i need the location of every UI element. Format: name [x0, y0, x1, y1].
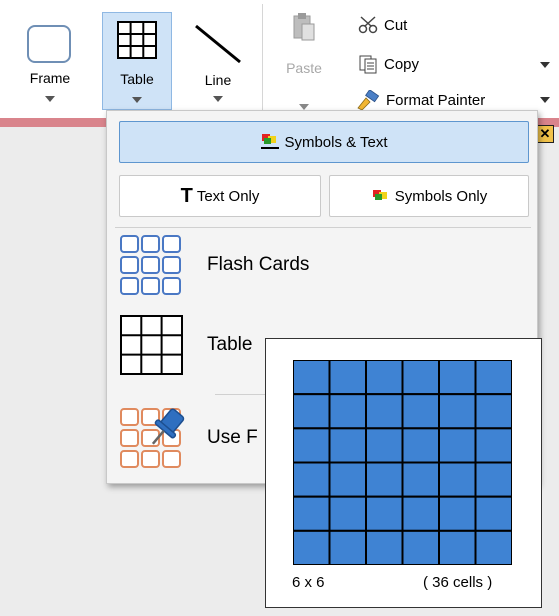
grid-cell[interactable] — [365, 529, 404, 565]
flash-cards-label: Flash Cards — [207, 254, 310, 275]
grid-cell[interactable] — [328, 360, 367, 396]
grid-cell[interactable] — [474, 461, 513, 498]
grid-cell[interactable] — [293, 461, 331, 498]
grid-cell[interactable] — [293, 360, 331, 396]
format-painter-icon — [357, 90, 380, 110]
cut-button[interactable]: Cut — [358, 16, 407, 34]
grid-cell[interactable] — [365, 360, 404, 396]
symbols-only-button[interactable]: Symbols Only — [329, 175, 529, 217]
grid-size-label: 6 x 6 — [292, 574, 325, 591]
grid-cell[interactable] — [401, 393, 440, 430]
grid-cell[interactable] — [474, 495, 513, 532]
symbol-icon — [372, 190, 387, 200]
grid-cell[interactable] — [293, 495, 331, 532]
chevron-down-icon[interactable] — [540, 97, 550, 103]
table-item[interactable]: Table — [119, 313, 252, 377]
frame-label: Frame — [29, 70, 71, 86]
grid-cell[interactable] — [474, 529, 513, 565]
grid-cell[interactable] — [438, 461, 477, 498]
copy-label: Copy — [384, 55, 420, 73]
grid-cell[interactable] — [365, 393, 404, 430]
grid-cell[interactable] — [365, 461, 404, 498]
grid-cell[interactable] — [401, 495, 440, 532]
table-icon — [120, 315, 183, 375]
copy-icon — [359, 55, 377, 74]
grid-cell[interactable] — [438, 529, 477, 565]
chevron-down-icon — [213, 96, 223, 102]
grid-cell[interactable] — [293, 427, 331, 464]
table-label: Table — [120, 71, 154, 87]
menu-separator — [115, 227, 531, 228]
grid-cell[interactable] — [474, 427, 513, 464]
paste-button[interactable]: Paste — [272, 8, 336, 112]
grid-cell[interactable] — [328, 427, 367, 464]
text-only-label: Text Only — [196, 187, 260, 205]
grid-cell[interactable] — [365, 495, 404, 532]
symbols-and-text-label: Symbols & Text — [284, 133, 388, 151]
symbols-and-text-button[interactable]: Symbols & Text — [119, 121, 529, 163]
chevron-down-icon — [45, 96, 55, 102]
grid-cell[interactable] — [328, 495, 367, 532]
table-size-grid[interactable] — [293, 360, 512, 565]
frame-button[interactable]: Frame — [22, 10, 78, 106]
grid-cell[interactable] — [401, 360, 440, 396]
grid-cell[interactable] — [293, 393, 331, 430]
grid-cell[interactable] — [401, 529, 440, 565]
chevron-down-icon[interactable] — [540, 62, 550, 68]
line-button[interactable]: Line — [190, 10, 246, 106]
close-icon[interactable]: ✕ — [536, 125, 554, 143]
cut-label: Cut — [384, 16, 408, 34]
copy-button[interactable]: Copy — [358, 54, 419, 74]
paste-label: Paste — [286, 60, 322, 76]
table-label: Table — [207, 334, 253, 355]
grid-cell[interactable] — [438, 393, 477, 430]
grid-cell[interactable] — [474, 393, 513, 430]
format-painter-button[interactable]: Format Painter — [356, 90, 485, 110]
table-button[interactable]: Table — [102, 12, 172, 110]
paste-icon — [293, 13, 315, 41]
use-template-item[interactable]: Use F — [119, 405, 258, 471]
grid-cell[interactable] — [293, 529, 331, 565]
grid-cell[interactable] — [328, 393, 367, 430]
document-header-bar — [0, 118, 120, 127]
table-size-preview: 6 x 6 ( 36 cells ) — [265, 338, 542, 608]
symbol-text-icon — [261, 134, 280, 149]
format-painter-label: Format Painter — [386, 91, 486, 109]
text-only-button[interactable]: T Text Only — [119, 175, 321, 217]
grid-cell[interactable] — [328, 529, 367, 565]
chevron-down-icon — [132, 97, 142, 103]
frame-icon — [27, 25, 71, 63]
line-label: Line — [204, 72, 232, 88]
grid-cell[interactable] — [438, 495, 477, 532]
grid-cell[interactable] — [365, 427, 404, 464]
grid-cell[interactable] — [401, 427, 440, 464]
flash-cards-item[interactable]: Flash Cards — [119, 233, 309, 297]
grid-cell[interactable] — [401, 461, 440, 498]
pinned-cards-icon — [120, 408, 185, 468]
ribbon-divider — [262, 4, 263, 114]
text-t-icon: T — [180, 184, 193, 207]
grid-cell-count: ( 36 cells ) — [423, 574, 493, 591]
scissors-icon — [358, 16, 378, 34]
grid-cell[interactable] — [328, 461, 367, 498]
flash-cards-icon — [120, 235, 181, 295]
use-template-label: Use F — [207, 427, 258, 448]
table-icon — [117, 21, 157, 59]
ribbon: Frame Table Line Paste Cut Copy Format P… — [0, 0, 559, 118]
grid-cell[interactable] — [438, 360, 477, 396]
grid-cell[interactable] — [438, 427, 477, 464]
line-icon — [195, 24, 241, 64]
symbols-only-label: Symbols Only — [394, 187, 488, 205]
grid-cell[interactable] — [474, 360, 513, 396]
